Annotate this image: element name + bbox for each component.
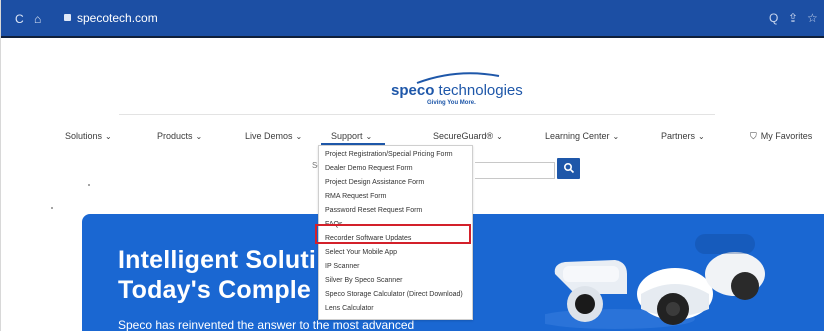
- magnifier-icon: [563, 162, 574, 174]
- favorites-icon: ⛉: [750, 131, 757, 141]
- decor-dot: [88, 184, 90, 186]
- menu-item-storage-calculator[interactable]: Speco Storage Calculator (Direct Downloa…: [325, 289, 463, 301]
- nav-learning-center[interactable]: Learning Center ⌄: [545, 130, 619, 143]
- chevron-down-icon: ⌄: [365, 132, 373, 141]
- home-icon[interactable]: ⌂: [34, 12, 41, 26]
- browser-toolbar: C ⌂ specotech.com Q ⇪ ☆: [1, 0, 824, 38]
- search-icon[interactable]: Q: [769, 11, 778, 25]
- camera-products-image: [545, 234, 765, 329]
- chevron-down-icon: ⌄: [295, 132, 303, 141]
- menu-item-project-registration[interactable]: Project Registration/Special Pricing For…: [325, 149, 453, 161]
- nav-solutions[interactable]: Solutions ⌄: [65, 130, 112, 143]
- menu-item-ip-scanner[interactable]: IP Scanner: [325, 261, 360, 273]
- nav-products[interactable]: Products ⌄: [157, 130, 202, 143]
- nav-my-favorites[interactable]: ⛉ My Favorites: [750, 130, 812, 142]
- menu-item-password-reset[interactable]: Password Reset Request Form: [325, 205, 422, 217]
- share-icon[interactable]: ⇪: [788, 11, 798, 25]
- nav-secureguard[interactable]: SecureGuard® ⌄: [433, 130, 503, 143]
- highlight-box: [315, 224, 471, 244]
- reload-icon[interactable]: C: [15, 12, 24, 26]
- logo-tagline: Giving You More.: [427, 100, 476, 106]
- nav-support[interactable]: Support ⌄: [331, 130, 372, 143]
- menu-item-dealer-demo[interactable]: Dealer Demo Request Form: [325, 163, 413, 175]
- chevron-down-icon: ⌄: [195, 132, 203, 141]
- menu-item-select-mobile-app[interactable]: Select Your Mobile App: [325, 247, 397, 259]
- nav-partners[interactable]: Partners ⌄: [661, 130, 705, 143]
- search-button[interactable]: [557, 158, 580, 179]
- chevron-down-icon: ⌄: [496, 132, 503, 141]
- nav-live-demos[interactable]: Live Demos ⌄: [245, 130, 302, 143]
- decor-dot: [51, 207, 53, 209]
- search-input-border[interactable]: [475, 162, 555, 179]
- hero-title-line2: Today's Comple: [118, 276, 312, 304]
- logo-wordmark: speco technologies: [391, 82, 523, 99]
- menu-item-rma-request[interactable]: RMA Request Form: [325, 191, 386, 203]
- hero-title-line1: Intelligent Soluti: [118, 246, 317, 274]
- menu-item-lens-calculator[interactable]: Lens Calculator: [325, 303, 374, 315]
- header-divider: [119, 114, 715, 115]
- page: C ⌂ specotech.com Q ⇪ ☆ speco technologi…: [0, 0, 824, 331]
- menu-item-silver-scanner[interactable]: Silver By Speco Scanner: [325, 275, 402, 287]
- chevron-down-icon: ⌄: [105, 132, 112, 141]
- address-bar[interactable]: specotech.com: [77, 11, 158, 25]
- menu-item-project-design[interactable]: Project Design Assistance Form: [325, 177, 424, 189]
- star-icon[interactable]: ☆: [807, 11, 818, 25]
- speco-logo[interactable]: speco technologies Giving You More.: [387, 70, 523, 110]
- chevron-down-icon: ⌄: [612, 132, 620, 141]
- chevron-down-icon: ⌄: [698, 132, 705, 141]
- lock-icon[interactable]: [64, 14, 71, 21]
